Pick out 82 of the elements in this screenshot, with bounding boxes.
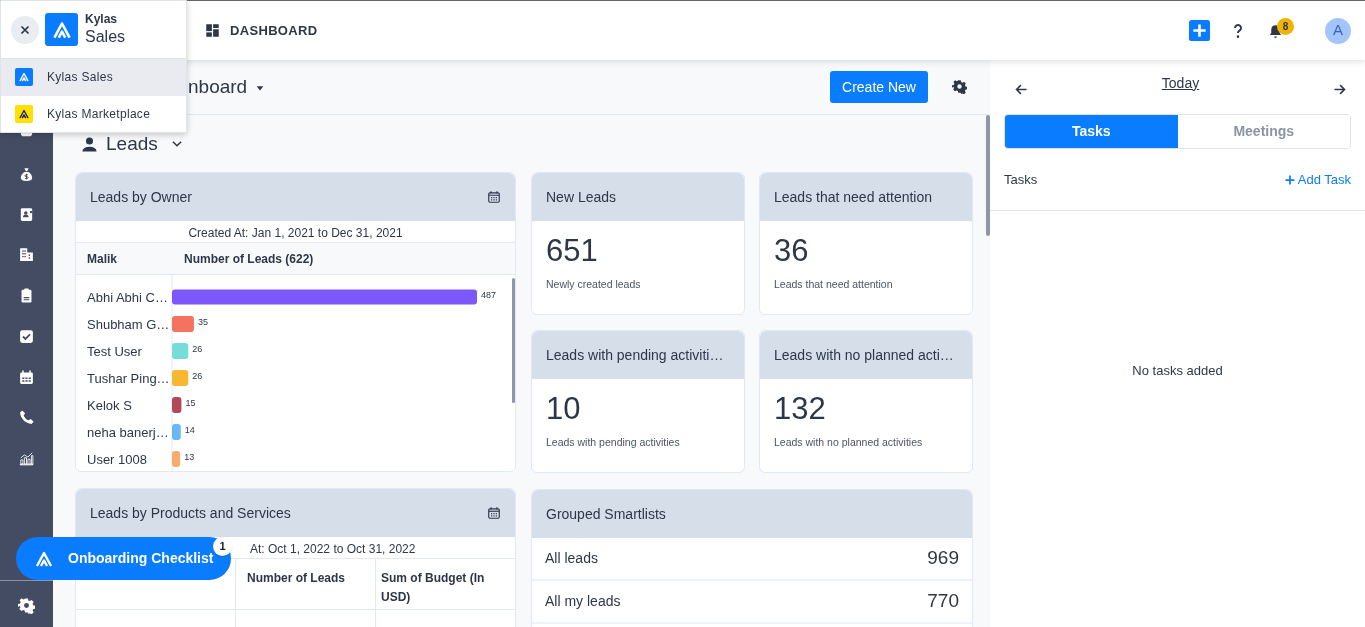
date-range: Created At: Jan 1, 2021 to Dec 31, 2021 [187, 225, 404, 242]
category-label: Shubham G… [87, 317, 170, 332]
entity-selector[interactable]: Leads [106, 129, 158, 159]
tab[interactable]: Tasks [1005, 115, 1178, 148]
plus-icon [1283, 173, 1296, 186]
bar [172, 451, 181, 467]
dashboard-selector[interactable]: nboard [188, 72, 248, 102]
stat-caption: Leads with pending activities [546, 435, 681, 450]
category-label: neha banerj… [87, 425, 169, 440]
stat-value: 36 [774, 233, 810, 269]
scrollbar[interactable] [986, 115, 990, 236]
smartlist-count: 770 [927, 589, 959, 614]
empty-state-text: No tasks added [1131, 362, 1224, 380]
stat-caption: Leads that need attention [774, 277, 894, 292]
category-label: User 1008 [87, 452, 147, 467]
smartlist-count: 969 [927, 546, 959, 571]
category-label: Abhi Abhi C… [87, 290, 168, 305]
add-button[interactable] [1189, 20, 1210, 41]
smartlist-row[interactable]: All leads 969 [532, 538, 972, 581]
brand-name: Kylas [85, 12, 119, 28]
data-label: 35 [197, 317, 208, 327]
phone-icon[interactable] [18, 409, 35, 426]
app-menu-item[interactable]: Kylas Marketplace [1, 95, 186, 132]
product-name: Sales [85, 27, 126, 48]
date-link[interactable]: Today [1161, 72, 1200, 94]
widget-title: Leads with no planned acti… [774, 345, 954, 365]
checkbox-icon[interactable] [18, 328, 35, 345]
smartlist-label: All my leads [545, 592, 621, 611]
stat-value: 10 [546, 391, 582, 427]
bar [172, 316, 194, 332]
settings-icon[interactable] [18, 597, 35, 614]
data-label: 487 [481, 290, 497, 300]
category-label: Tushar Ping… [87, 371, 170, 386]
widget-title: Leads by Products and Services [90, 503, 291, 523]
bar-chart-icon[interactable] [18, 450, 35, 467]
page-title: DASHBOARD [230, 21, 318, 40]
widget-title: Grouped Smartlists [546, 504, 666, 524]
data-label: 26 [192, 371, 203, 381]
stat-caption: Leads with no planned activities [774, 435, 924, 450]
category-label: Kelok S [87, 398, 132, 413]
close-button[interactable] [11, 15, 39, 44]
app-menu-item[interactable]: Kylas Sales [1, 59, 186, 96]
bar [172, 397, 182, 413]
widget-title: Leads by Owner [90, 187, 192, 207]
smartlist-row[interactable]: All my leads 770 [532, 581, 972, 624]
buildings-icon[interactable] [18, 246, 35, 263]
person-icon [81, 135, 98, 153]
date-range: At: Oct 1, 2022 to Oct 31, 2022 [250, 542, 416, 556]
stat-value: 651 [546, 233, 599, 269]
dashboard-icon [205, 23, 220, 38]
close-icon [19, 23, 31, 36]
bar [172, 424, 181, 440]
bar [172, 343, 189, 359]
section-title: Tasks [1004, 170, 1038, 189]
money-bag-icon[interactable] [18, 166, 35, 183]
calendar-icon[interactable] [487, 190, 501, 204]
widget-title: Leads with pending activiti… [546, 345, 724, 365]
add-task-link[interactable]: Add Task [1283, 169, 1351, 190]
caret-icon[interactable] [255, 83, 266, 93]
settings-icon[interactable] [952, 78, 967, 94]
data-label: 13 [184, 452, 195, 462]
notification-badge: 8 [1277, 17, 1294, 35]
column-header: Number of Leads [247, 571, 345, 585]
smartlist-label: All leads [545, 549, 598, 568]
data-label: 14 [184, 425, 195, 435]
stat-caption: Newly created leads [546, 277, 642, 292]
widget-title: New Leads [546, 187, 617, 207]
column-header: Number of Leads (622) [184, 250, 314, 268]
widget-title: Leads that need attention [774, 187, 933, 207]
create-new-button[interactable]: Create New [830, 71, 928, 103]
calendar-icon[interactable] [18, 369, 35, 386]
data-label: 26 [192, 344, 203, 354]
contact-card-icon[interactable] [18, 206, 35, 223]
bar [172, 370, 189, 386]
column-header: Sum of Budget (In USD) [381, 571, 485, 604]
menu-item-label: Kylas Marketplace [47, 105, 151, 123]
category-label: Test User [87, 344, 142, 359]
stat-value: 132 [774, 391, 827, 427]
data-label: 15 [185, 398, 196, 408]
calendar-icon[interactable] [487, 506, 501, 520]
menu-item-label: Kylas Sales [47, 69, 113, 87]
column-header: Malik [87, 250, 118, 268]
